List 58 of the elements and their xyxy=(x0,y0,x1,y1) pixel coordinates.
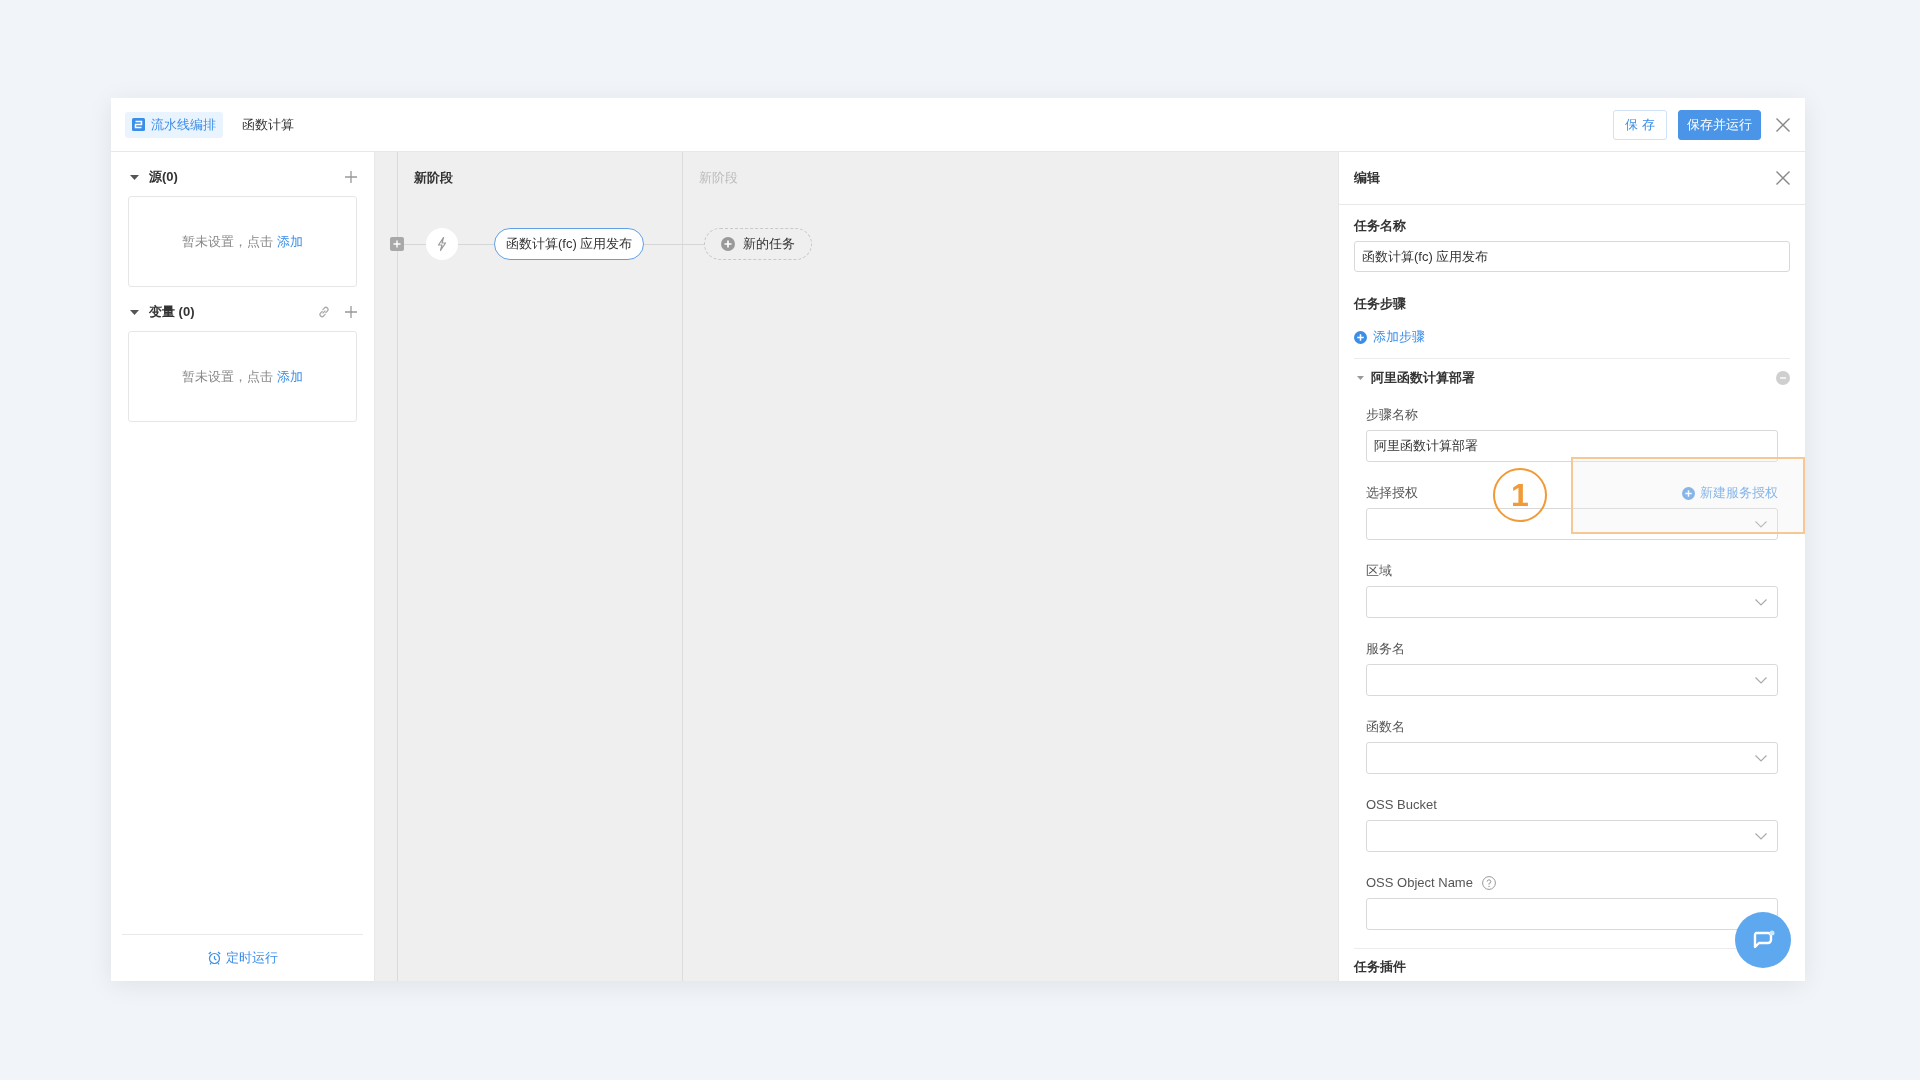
task-node[interactable]: 函数计算(fc) 应用发布 xyxy=(494,228,645,260)
plus-circle-icon xyxy=(1354,330,1367,344)
chat-icon xyxy=(1751,930,1775,950)
chevron-down-icon xyxy=(1755,754,1767,762)
save-and-run-button[interactable]: 保存并运行 xyxy=(1678,109,1761,140)
link-icon[interactable] xyxy=(317,305,331,319)
select-field[interactable] xyxy=(1366,508,1778,540)
add-step-button[interactable]: 添加步骤 xyxy=(1354,327,1425,347)
field-label: 区域 xyxy=(1366,562,1392,580)
add-link[interactable]: 添加 xyxy=(277,368,303,384)
field-label: 函数名 xyxy=(1366,718,1405,736)
chevron-down-icon xyxy=(1755,598,1767,606)
close-icon[interactable] xyxy=(1776,171,1790,185)
empty-message: 暂未设置，点击 添加 xyxy=(182,367,303,386)
alarm-clock-icon xyxy=(207,951,221,965)
text-field[interactable] xyxy=(1366,898,1778,930)
minus-circle-icon[interactable] xyxy=(1776,371,1790,385)
section-title: 任务插件 xyxy=(1354,958,1407,976)
close-icon[interactable] xyxy=(1776,117,1790,132)
field-label: OSS Bucket xyxy=(1366,796,1437,814)
tab[interactable]: 流水线编排 xyxy=(125,111,223,138)
plus-icon[interactable] xyxy=(345,171,357,183)
text-field[interactable]: 函数计算(fc) 应用发布 xyxy=(1354,241,1790,272)
stage-title: 新阶段 xyxy=(414,170,453,185)
field-label: 选择授权 xyxy=(1366,484,1418,502)
section-title: 变量 (0) xyxy=(149,303,195,322)
schedule-run-button[interactable]: 定时运行 xyxy=(207,948,278,968)
field-label: 任务名称 xyxy=(1354,217,1407,235)
help-icon[interactable] xyxy=(1481,876,1496,890)
callout-number: 1 xyxy=(1493,468,1547,522)
field-label: OSS Object Name xyxy=(1366,874,1473,892)
panel-title: 编辑 xyxy=(1354,169,1380,188)
new-authorization-link[interactable]: 新建服务授权 xyxy=(1682,483,1778,503)
plus-circle-icon xyxy=(1682,486,1695,500)
empty-message: 暂未设置，点击 添加 xyxy=(182,232,303,251)
chevron-down-icon xyxy=(1755,832,1767,840)
chevron-down-icon xyxy=(1755,520,1767,528)
section-title: 任务步骤 xyxy=(1354,295,1407,313)
text-field[interactable]: 阿里函数计算部署 xyxy=(1366,430,1778,462)
step-title: 阿里函数计算部署 xyxy=(1371,369,1475,388)
select-field[interactable] xyxy=(1366,820,1778,852)
plus-icon[interactable] xyxy=(390,237,404,251)
chevron-down-icon xyxy=(1755,676,1767,684)
field-label: 步骤名称 xyxy=(1366,406,1418,424)
caret-icon[interactable] xyxy=(130,174,139,180)
select-field[interactable] xyxy=(1366,586,1778,618)
section-title: 源(0) xyxy=(149,168,178,187)
field-label: 服务名 xyxy=(1366,640,1405,658)
plus-icon[interactable] xyxy=(345,306,357,318)
flow-icon xyxy=(132,118,145,131)
lightning-icon[interactable] xyxy=(426,228,458,260)
tab[interactable]: 函数计算 xyxy=(235,111,301,138)
caret-icon[interactable] xyxy=(130,309,139,315)
select-field[interactable] xyxy=(1366,742,1778,774)
plus-circle-icon xyxy=(721,237,735,251)
save-button[interactable]: 保 存 xyxy=(1613,109,1667,140)
select-field[interactable] xyxy=(1366,664,1778,696)
add-link[interactable]: 添加 xyxy=(277,233,303,249)
